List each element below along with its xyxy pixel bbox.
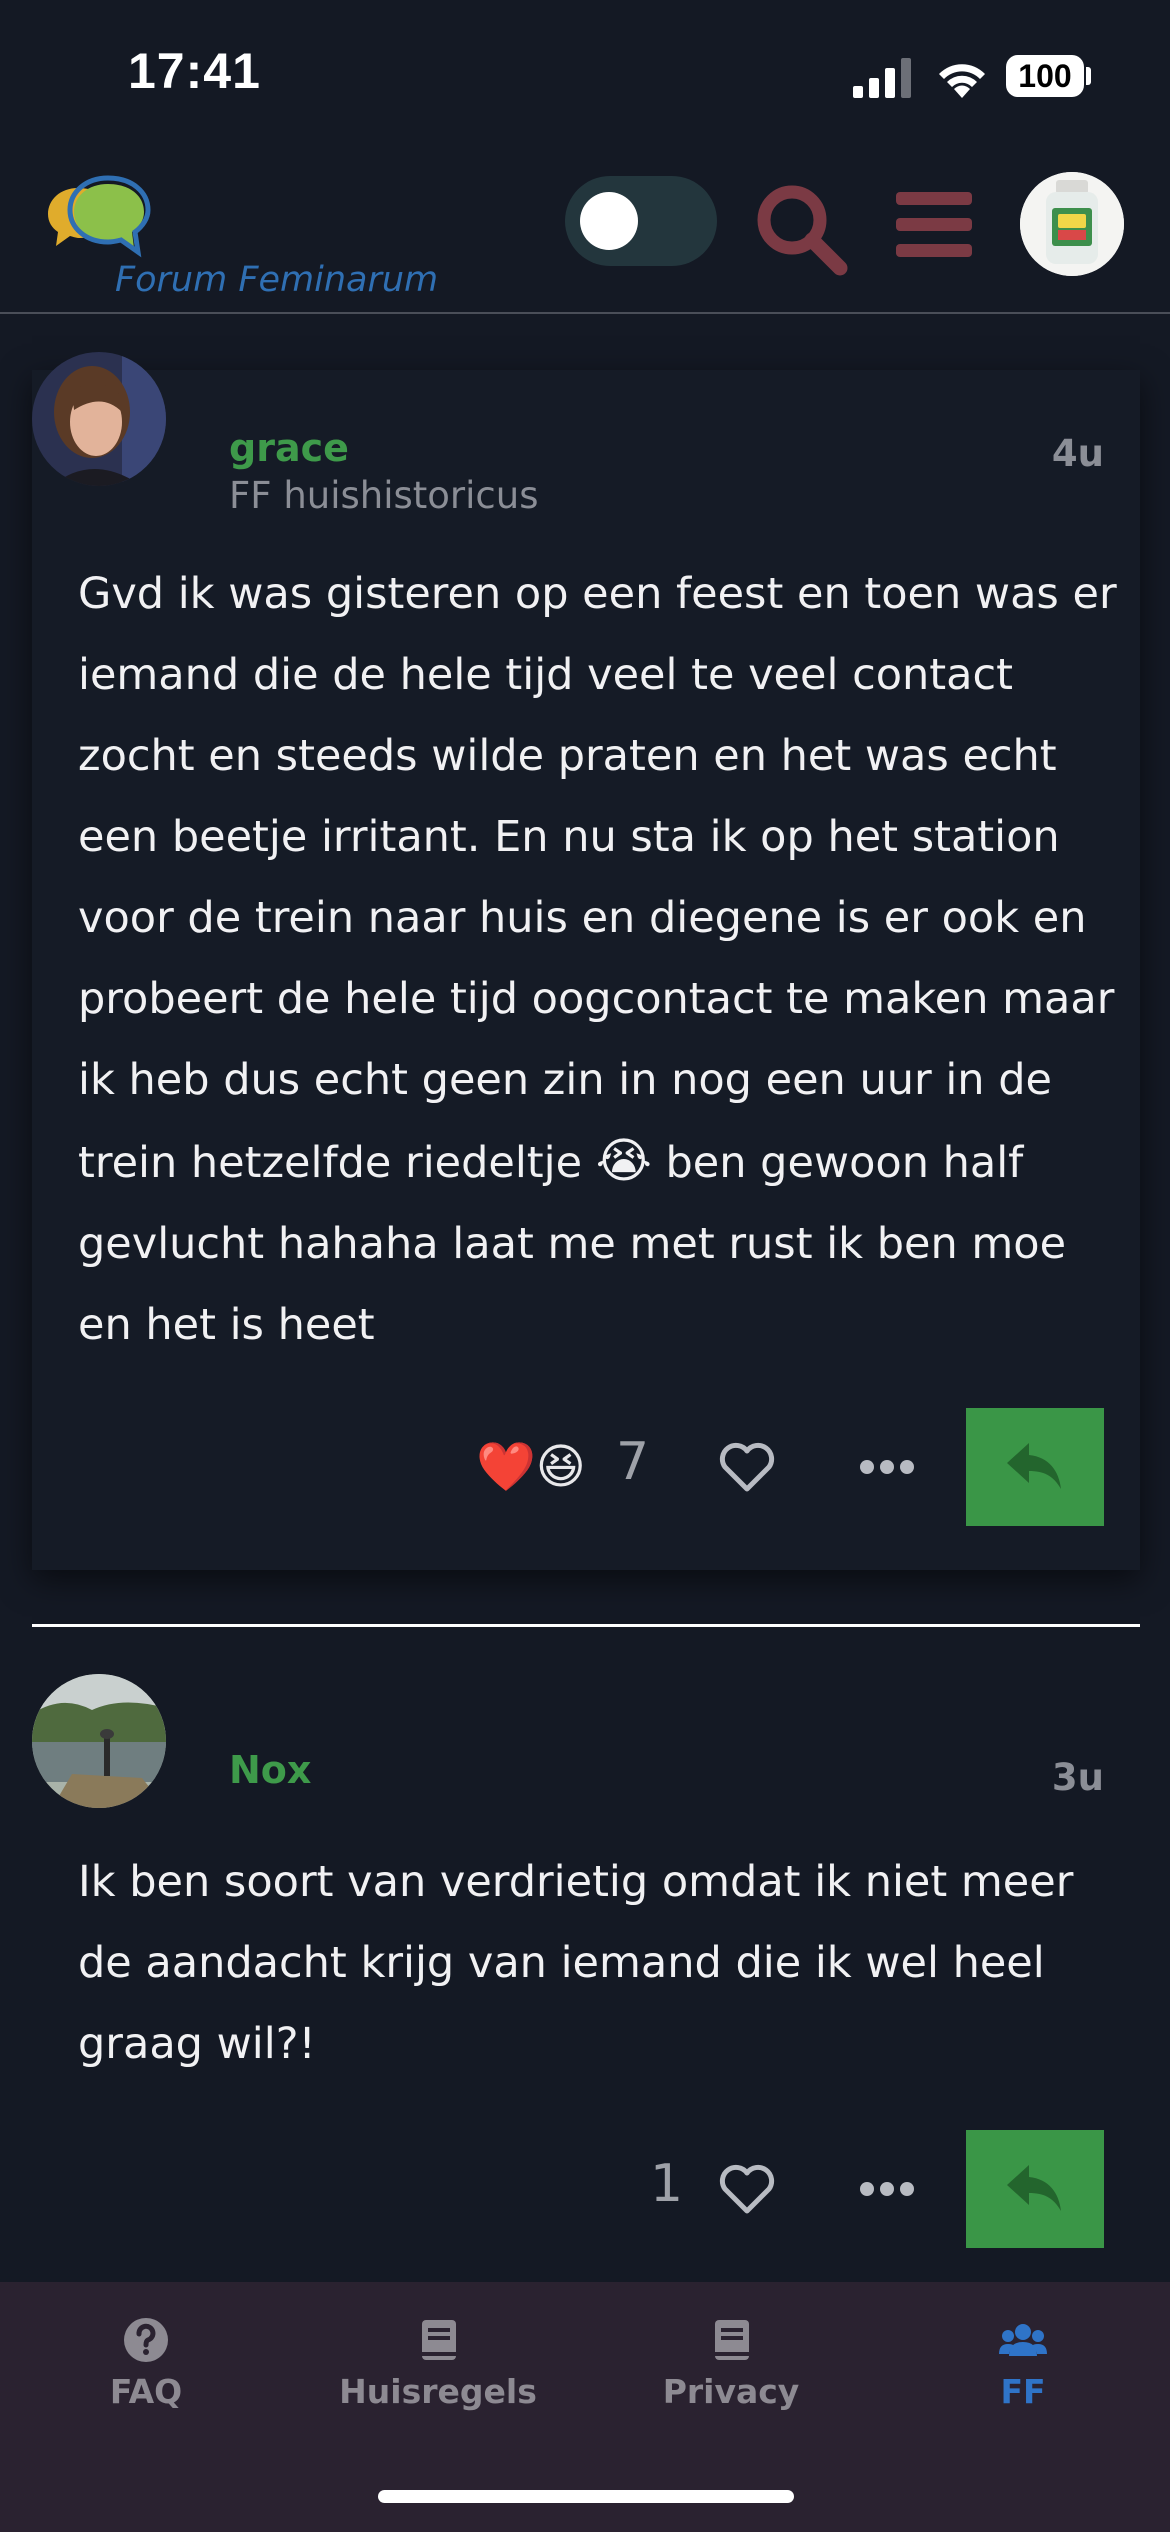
battery-level: 100 bbox=[1018, 57, 1072, 94]
post-actions: 1 bbox=[32, 2130, 1140, 2250]
toggle-knob bbox=[580, 192, 638, 250]
avatar[interactable] bbox=[32, 1674, 166, 1808]
like-count[interactable]: 1 bbox=[650, 2154, 683, 2214]
menu-bar bbox=[896, 244, 972, 257]
battery-icon: 100 bbox=[1006, 55, 1084, 97]
book-icon bbox=[422, 2320, 456, 2360]
nav-item-privacy[interactable]: Privacy bbox=[611, 2316, 851, 2411]
nav-label: Privacy bbox=[662, 2372, 800, 2411]
reply-button[interactable] bbox=[966, 1408, 1104, 1526]
like-button[interactable] bbox=[712, 2130, 782, 2248]
users-icon bbox=[999, 2324, 1047, 2356]
post-text: Gvd ik was gisteren op een feest en toen… bbox=[78, 569, 1117, 1188]
reactions-summary[interactable]: ❤️😆 bbox=[476, 1438, 586, 1495]
post-time[interactable]: 4u bbox=[1052, 432, 1104, 475]
like-count[interactable]: 7 bbox=[616, 1432, 649, 1492]
question-circle-icon bbox=[124, 2318, 168, 2362]
status-bar: 17:41 100 bbox=[0, 0, 1170, 150]
wifi-icon bbox=[939, 64, 985, 98]
user-avatar[interactable] bbox=[1020, 172, 1124, 276]
post-body: Ik ben soort van verdrietig omdat ik nie… bbox=[78, 1857, 1074, 2069]
post-username[interactable]: Nox bbox=[229, 1748, 311, 1792]
menu-bar bbox=[896, 192, 972, 205]
reply-button[interactable] bbox=[966, 2130, 1104, 2248]
hamburger-menu-icon[interactable] bbox=[896, 190, 976, 260]
avatar-bottle-image bbox=[1020, 172, 1124, 276]
post-user-title: FF huishistoricus bbox=[229, 474, 539, 517]
more-options-button[interactable] bbox=[852, 1408, 922, 1526]
status-time: 17:41 bbox=[128, 43, 261, 99]
menu-bar bbox=[896, 218, 972, 231]
logo-text: Forum Feminarum bbox=[115, 260, 439, 300]
post-body: Gvd ik was gisteren op een feest en toen… bbox=[78, 554, 1118, 1366]
theme-toggle[interactable] bbox=[565, 176, 717, 266]
site-header: Forum Feminarum bbox=[0, 150, 1170, 314]
heart-icon bbox=[719, 1442, 775, 1492]
book-icon bbox=[715, 2320, 749, 2360]
more-options-button[interactable] bbox=[852, 2130, 922, 2248]
crying-emoji: 😭 bbox=[595, 1133, 652, 1189]
avatar-portrait-image bbox=[32, 352, 166, 486]
like-button[interactable] bbox=[712, 1408, 782, 1526]
reply-arrow-icon bbox=[1007, 2165, 1061, 2211]
search-icon[interactable] bbox=[752, 180, 852, 280]
avatar[interactable] bbox=[32, 352, 166, 486]
post-actions: ❤️😆 7 bbox=[32, 1408, 1140, 1528]
post-time[interactable]: 3u bbox=[1052, 1756, 1104, 1799]
battery-tip bbox=[1086, 67, 1091, 85]
forum-screen: 17:41 100 Forum Feminarum grace FF huish… bbox=[0, 0, 1170, 2532]
nav-label: FF bbox=[1000, 2372, 1046, 2411]
ellipsis-icon bbox=[860, 1460, 914, 1474]
forum-logo[interactable]: Forum Feminarum bbox=[30, 168, 490, 300]
avatar-lake-image bbox=[32, 1674, 166, 1808]
reply-arrow-icon bbox=[1007, 1443, 1061, 1489]
post-card: Nox 3u Ik ben soort van verdrietig omdat… bbox=[32, 1674, 1140, 2274]
heart-icon bbox=[719, 2164, 775, 2214]
nav-label: Huisregels bbox=[339, 2372, 537, 2411]
ellipsis-icon bbox=[860, 2182, 914, 2196]
post-divider bbox=[32, 1624, 1140, 1627]
post-username[interactable]: grace bbox=[229, 426, 349, 470]
nav-item-huisregels[interactable]: Huisregels bbox=[318, 2316, 558, 2411]
post-card: grace FF huishistoricus 4u Gvd ik was gi… bbox=[32, 352, 1140, 1570]
nav-label: FAQ bbox=[109, 2372, 183, 2411]
signal-icon bbox=[853, 58, 911, 98]
home-indicator[interactable] bbox=[378, 2490, 794, 2503]
nav-item-faq[interactable]: FAQ bbox=[26, 2316, 266, 2411]
nav-item-ff[interactable]: FF bbox=[903, 2316, 1143, 2411]
